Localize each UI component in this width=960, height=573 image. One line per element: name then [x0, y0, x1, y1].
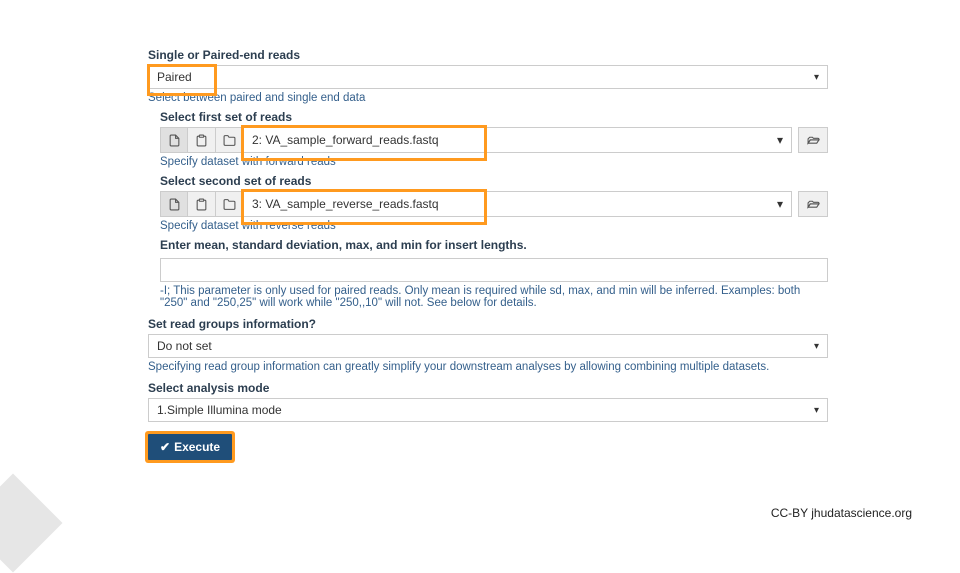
help-second-set: Specify dataset with reverse reads — [160, 220, 828, 232]
first-set-value: 2: VA_sample_forward_reads.fastq — [252, 133, 439, 147]
execute-button[interactable]: ✔ Execute — [148, 434, 232, 460]
mode-single-file-icon[interactable] — [160, 127, 188, 153]
caret-icon: ▾ — [777, 133, 783, 147]
section-analysis-mode: Select analysis mode 1.Simple Illumina m… — [148, 381, 828, 422]
tool-form: Single or Paired-end reads Paired ▾ Sele… — [148, 48, 828, 460]
caret-icon: ▾ — [814, 341, 819, 352]
help-single-paired: Select between paired and single end dat… — [148, 92, 828, 104]
caret-icon: ▾ — [777, 197, 783, 211]
read-groups-select[interactable]: Do not set ▾ — [148, 334, 828, 358]
browse-dataset-button[interactable] — [798, 127, 828, 153]
second-set-select[interactable]: 3: VA_sample_reverse_reads.fastq ▾ — [244, 191, 792, 217]
read-groups-value: Do not set — [157, 339, 212, 353]
section-read-groups: Set read groups information? Do not set … — [148, 317, 828, 373]
single-paired-select[interactable]: Paired ▾ — [148, 65, 828, 89]
label-read-groups: Set read groups information? — [148, 317, 828, 331]
help-insert: -I; This parameter is only used for pair… — [160, 285, 828, 309]
mode-multi-file-icon[interactable] — [188, 191, 216, 217]
corner-decoration — [0, 474, 62, 573]
credit-text: CC-BY jhudatascience.org — [771, 506, 912, 520]
label-insert: Enter mean, standard deviation, max, and… — [160, 238, 828, 252]
mode-single-file-icon[interactable] — [160, 191, 188, 217]
second-set-value: 3: VA_sample_reverse_reads.fastq — [252, 197, 439, 211]
paired-subsection: Select first set of reads 2: VA_sample_f… — [160, 110, 828, 309]
browse-dataset-button[interactable] — [798, 191, 828, 217]
caret-icon: ▾ — [814, 405, 819, 416]
analysis-mode-select[interactable]: 1.Simple Illumina mode ▾ — [148, 398, 828, 422]
help-read-groups: Specifying read group information can gr… — [148, 361, 828, 373]
label-second-set: Select second set of reads — [160, 174, 828, 188]
section-single-paired: Single or Paired-end reads Paired ▾ Sele… — [148, 48, 828, 309]
caret-icon: ▾ — [814, 72, 819, 83]
mode-multi-file-icon[interactable] — [188, 127, 216, 153]
mode-collection-icon[interactable] — [216, 127, 244, 153]
label-single-paired: Single or Paired-end reads — [148, 48, 828, 62]
analysis-mode-value: 1.Simple Illumina mode — [157, 403, 282, 417]
execute-label: Execute — [174, 440, 220, 454]
label-first-set: Select first set of reads — [160, 110, 828, 124]
label-analysis-mode: Select analysis mode — [148, 381, 828, 395]
mode-collection-icon[interactable] — [216, 191, 244, 217]
single-paired-value: Paired — [157, 70, 192, 84]
check-icon: ✔ — [160, 440, 170, 454]
help-first-set: Specify dataset with forward reads — [160, 156, 828, 168]
first-set-select[interactable]: 2: VA_sample_forward_reads.fastq ▾ — [244, 127, 792, 153]
insert-length-input[interactable] — [160, 258, 828, 282]
